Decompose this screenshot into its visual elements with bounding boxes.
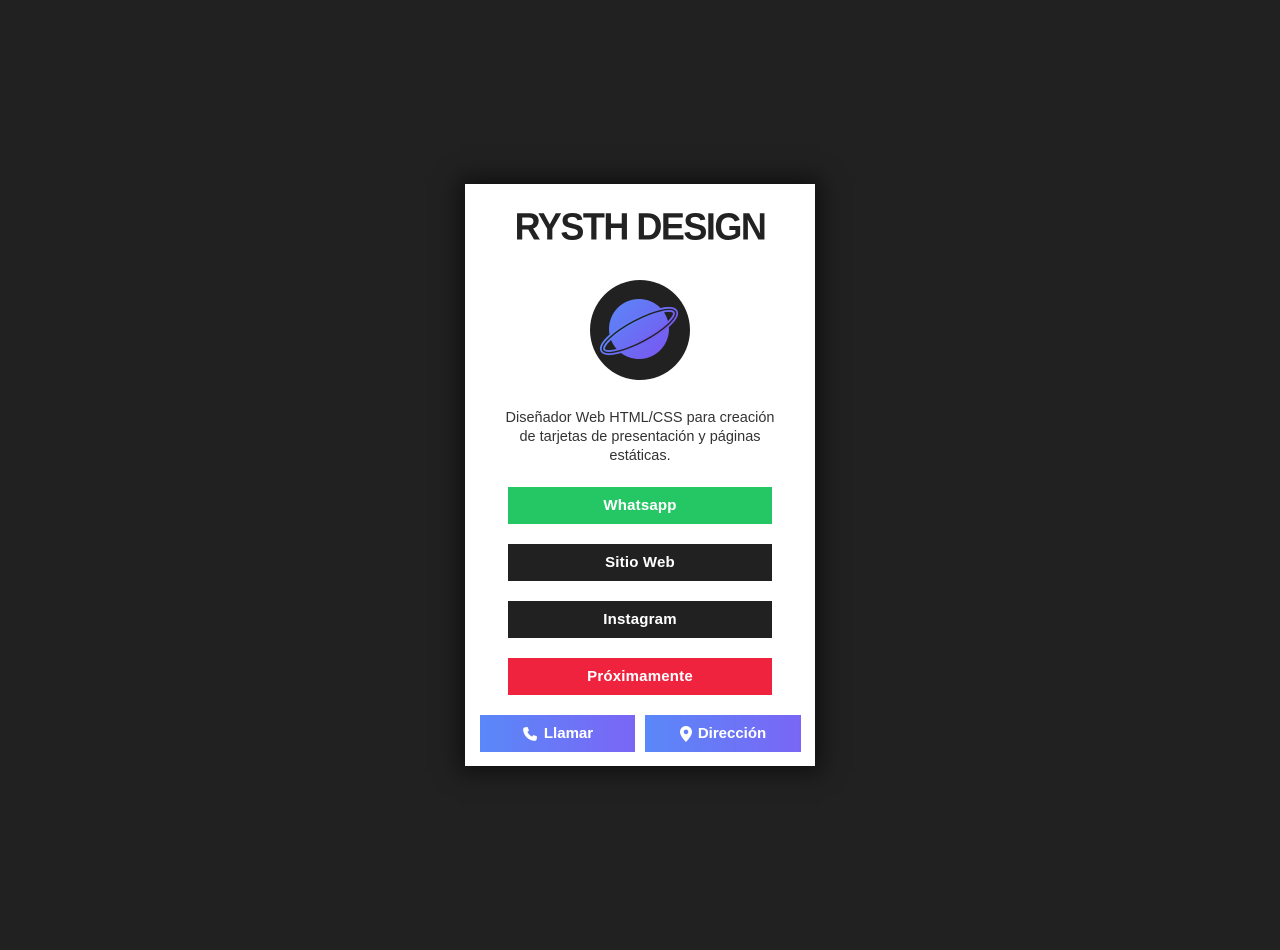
whatsapp-button[interactable]: Whatsapp bbox=[508, 487, 772, 524]
brand-title: RYSTH DESIGN bbox=[514, 204, 767, 248]
directions-button[interactable]: Dirección bbox=[645, 715, 801, 752]
instagram-button[interactable]: Instagram bbox=[508, 601, 772, 638]
description: Diseñador Web HTML/CSS para creación de … bbox=[505, 410, 775, 464]
directions-button-label: Dirección bbox=[697, 725, 767, 742]
call-button-label: Llamar bbox=[543, 725, 594, 742]
instagram-button-label: Instagram bbox=[603, 611, 677, 628]
planet-icon bbox=[599, 299, 679, 359]
business-card: RYSTH DESIGN Diseñador Web HTML/CSS para… bbox=[465, 184, 815, 766]
website-button[interactable]: Sitio Web bbox=[508, 544, 772, 581]
map-pin-icon bbox=[679, 725, 692, 742]
coming-soon-button-label: Próximamente bbox=[587, 668, 693, 685]
whatsapp-button-label: Whatsapp bbox=[603, 497, 677, 514]
coming-soon-button[interactable]: Próximamente bbox=[508, 658, 772, 695]
website-button-label: Sitio Web bbox=[605, 554, 675, 571]
avatar bbox=[590, 280, 690, 380]
call-button[interactable]: Llamar bbox=[480, 715, 635, 752]
phone-icon bbox=[522, 726, 538, 742]
